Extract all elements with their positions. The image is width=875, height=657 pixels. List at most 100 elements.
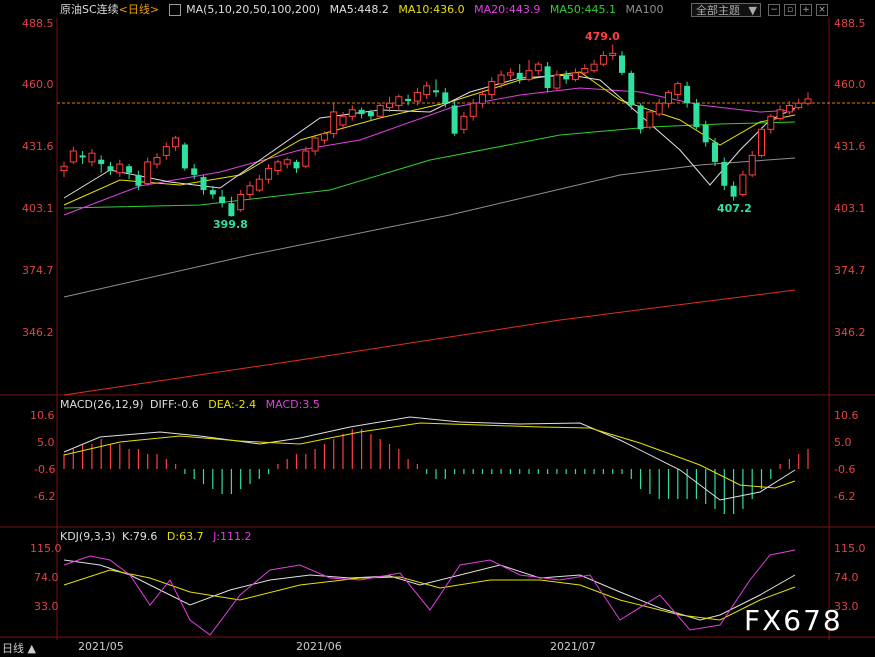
candle-body <box>544 66 551 89</box>
price-tick-right: 460.0 <box>834 78 866 91</box>
symbol-name: 原油SC连续 <box>60 3 119 16</box>
high-annotation: 479.0 <box>585 30 620 43</box>
candle-body <box>144 161 152 185</box>
macd-tick-right: 5.0 <box>834 436 852 449</box>
candle-body <box>246 185 254 195</box>
macd-title: MACD(26,12,9) <box>60 398 144 411</box>
expand-icon[interactable]: + <box>800 4 812 16</box>
candle-body <box>460 115 468 130</box>
candle-body <box>358 109 365 115</box>
candle-body <box>488 81 496 96</box>
candle-body <box>395 96 403 106</box>
candle-body <box>619 55 625 73</box>
kdj-tick-right: 74.0 <box>834 571 859 584</box>
candle-body <box>348 109 356 117</box>
candle-body <box>442 92 449 104</box>
candle-body <box>311 137 319 152</box>
candle-body <box>237 193 245 211</box>
ma50-line <box>63 121 796 209</box>
candle-body <box>135 174 142 186</box>
price-tick-right: 488.5 <box>834 17 866 30</box>
macd-dea-line <box>63 422 796 489</box>
period-tab[interactable]: 日线 ▲ <box>2 640 36 656</box>
ma50-value: MA50:445.1 <box>549 3 617 16</box>
candle-body <box>684 85 691 104</box>
candle-body <box>79 155 86 158</box>
price-tick-left: 374.7 <box>22 264 54 277</box>
price-tick-right: 346.2 <box>834 326 866 339</box>
price-tick-left: 403.1 <box>22 202 54 215</box>
kdj-d-line <box>63 569 796 621</box>
candle-body <box>646 111 654 128</box>
candle-body <box>702 124 709 143</box>
candle-body <box>665 91 672 104</box>
candle-body <box>433 90 439 93</box>
candle-body <box>748 154 756 176</box>
date-label: 2021/06 <box>296 640 342 653</box>
candle-body <box>553 74 561 89</box>
chevron-down-icon: ▼ <box>748 4 757 17</box>
candle-body <box>98 159 105 165</box>
candle-body <box>255 178 263 191</box>
macd-legend: MACD(26,12,9) DIFF:-0.6 DEA:-2.4 MACD:3.… <box>60 398 326 412</box>
main-legend: 原油SC连续<日线> MA(5,10,20,50,100,200) MA5:44… <box>60 3 670 17</box>
candle-body <box>413 91 421 102</box>
ma200-line <box>63 289 796 396</box>
kdj-title: KDJ(9,3,3) <box>60 530 116 543</box>
candle-body <box>367 111 374 117</box>
price-tick-left: 431.6 <box>22 140 54 153</box>
candle-body <box>534 63 542 72</box>
minus-icon[interactable]: − <box>768 4 780 16</box>
price-tick-right: 374.7 <box>834 264 866 277</box>
candle-body <box>126 166 133 173</box>
candle-body <box>162 146 170 156</box>
candle-body <box>674 83 682 96</box>
candle-body <box>228 203 235 217</box>
date-label: 2021/05 <box>78 640 124 653</box>
candle-body <box>609 52 617 56</box>
close-icon[interactable]: × <box>816 4 828 16</box>
candle-body <box>739 174 747 195</box>
ma-settings-icon[interactable] <box>168 4 181 16</box>
candle-body <box>376 104 384 117</box>
candle-body <box>637 105 644 130</box>
candle-body <box>320 133 328 141</box>
macd-tick-right: 10.6 <box>834 409 859 422</box>
candle-body <box>265 167 273 180</box>
candle-body <box>302 150 310 167</box>
candle-body <box>219 196 226 204</box>
theme-dropdown[interactable]: 全部主题 ▼ <box>691 3 761 17</box>
price-tick-left: 346.2 <box>22 326 54 339</box>
kdj-tick-left: 74.0 <box>34 571 59 584</box>
restore-icon[interactable]: ▫ <box>784 4 796 16</box>
kdj-j: J:111.2 <box>213 530 252 543</box>
macd-diff-line <box>63 416 796 501</box>
macd-tick-left: -6.2 <box>34 490 56 503</box>
candle-body <box>293 161 300 169</box>
candle-body <box>721 161 728 186</box>
candle-body <box>767 115 775 130</box>
ma10-value: MA10:436.0 <box>398 3 465 16</box>
date-label: 2021/07 <box>550 640 596 653</box>
candle-body <box>191 168 198 175</box>
candle-body <box>581 68 589 74</box>
candle-body <box>423 85 431 96</box>
kdj-tick-left: 115.0 <box>30 542 62 555</box>
candle-body <box>339 115 347 126</box>
candle-body <box>69 150 77 163</box>
ma100-line <box>63 157 796 298</box>
kdj-k-line <box>63 559 796 621</box>
candle-body <box>572 72 579 80</box>
candle-body <box>405 98 412 102</box>
kdj-k: K:79.6 <box>122 530 158 543</box>
candle-body <box>506 72 514 76</box>
candle-body <box>497 74 505 85</box>
chart-canvas[interactable] <box>0 0 875 657</box>
candle-body <box>712 142 718 162</box>
candle-body <box>693 103 700 128</box>
low-annotation: 407.2 <box>717 202 752 215</box>
candle-body <box>451 105 458 134</box>
candle-body <box>386 102 393 109</box>
candle-body <box>655 102 663 115</box>
candle-body <box>283 159 291 165</box>
